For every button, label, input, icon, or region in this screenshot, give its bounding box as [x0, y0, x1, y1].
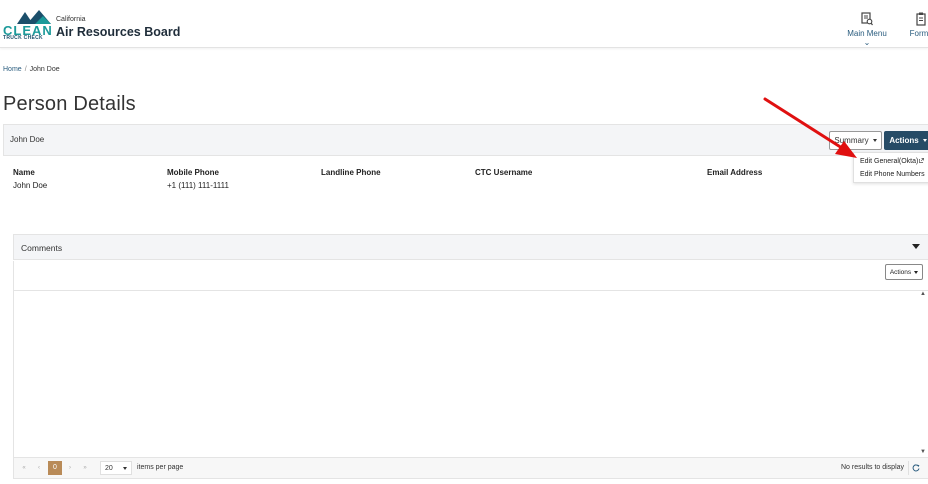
main-menu-button[interactable]: Main Menu ⌄ — [843, 12, 891, 47]
menu-item-label: Edit General(Okta) — [860, 158, 919, 165]
actions-button[interactable]: Actions — [884, 131, 928, 150]
document-search-icon — [861, 12, 873, 26]
field-label-email-address: Email Address — [707, 168, 763, 177]
main-menu-label: Main Menu — [847, 29, 887, 38]
forms-menu-button[interactable]: Forms — [901, 12, 928, 38]
caret-down-icon — [123, 466, 127, 470]
actions-dropdown-menu: Edit General(Okta) Edit Phone Numbers — [853, 152, 928, 183]
no-results-message: No results to display — [841, 464, 905, 471]
clean-truck-check-logo[interactable]: CLEAN TRUCK CHECK — [3, 10, 55, 42]
field-label-name: Name — [13, 168, 35, 177]
comments-grid — [13, 291, 928, 457]
logo-mark-icon — [17, 10, 51, 24]
caret-down-icon — [922, 139, 927, 142]
breadcrumb-current: John Doe — [29, 66, 60, 73]
breadcrumb: Home / John Doe — [3, 66, 60, 73]
brand-air-resources-board: Air Resources Board — [56, 25, 181, 39]
external-link-icon — [919, 158, 925, 163]
pager-first-icon[interactable]: « — [18, 462, 30, 474]
caret-down-icon — [914, 270, 919, 274]
brand-california: California — [56, 16, 86, 23]
menu-item-edit-phone-numbers[interactable]: Edit Phone Numbers — [860, 171, 925, 178]
breadcrumb-home-link[interactable]: Home — [3, 66, 22, 73]
comments-title: Comments — [21, 243, 63, 253]
forms-label: Forms — [909, 29, 928, 38]
refresh-icon — [912, 464, 919, 472]
breadcrumb-separator: / — [24, 66, 27, 73]
comments-toolbar — [13, 261, 928, 291]
chevron-down-icon: ⌄ — [863, 38, 871, 47]
menu-item-edit-general-okta[interactable]: Edit General(Okta) — [860, 158, 925, 165]
scroll-down-icon[interactable]: ▼ — [920, 449, 926, 455]
field-value-mobile-phone: +1 (111) 111-1111 — [167, 181, 229, 190]
field-label-mobile-phone: Mobile Phone — [167, 168, 219, 177]
summary-button-label: Summary — [834, 136, 869, 145]
refresh-button[interactable] — [908, 461, 922, 475]
page-title: Person Details — [3, 93, 136, 115]
menu-item-label: Edit Phone Numbers — [860, 171, 925, 178]
app-header: CLEAN TRUCK CHECK California Air Resourc… — [0, 0, 928, 48]
comments-panel-header[interactable]: Comments — [13, 234, 928, 260]
comments-actions-button[interactable]: Actions — [885, 264, 923, 280]
caret-down-icon — [872, 139, 877, 142]
field-value-name: John Doe — [13, 181, 48, 190]
comments-actions-label: Actions — [889, 268, 912, 276]
logo-text-truck-check: TRUCK CHECK — [3, 35, 43, 41]
clipboard-icon — [916, 12, 926, 26]
field-label-landline-phone: Landline Phone — [321, 168, 381, 177]
person-card-header: John Doe — [3, 124, 928, 156]
page-size-select[interactable]: 20 — [100, 461, 132, 475]
pager-last-icon[interactable]: » — [79, 462, 91, 474]
actions-button-label: Actions — [889, 136, 919, 145]
pager-current-page[interactable]: 0 — [48, 461, 62, 475]
pager-prev-icon[interactable]: ‹ — [33, 462, 45, 474]
page-size-value: 20 — [105, 464, 113, 472]
summary-button[interactable]: Summary — [829, 131, 882, 150]
scroll-up-icon[interactable]: ▲ — [920, 291, 926, 297]
collapse-triangle-icon[interactable] — [912, 244, 920, 249]
items-per-page-label: items per page — [137, 464, 184, 471]
pager-next-icon[interactable]: › — [64, 462, 76, 474]
person-card-title: John Doe — [10, 135, 45, 144]
field-label-ctc-username: CTC Username — [475, 168, 533, 177]
